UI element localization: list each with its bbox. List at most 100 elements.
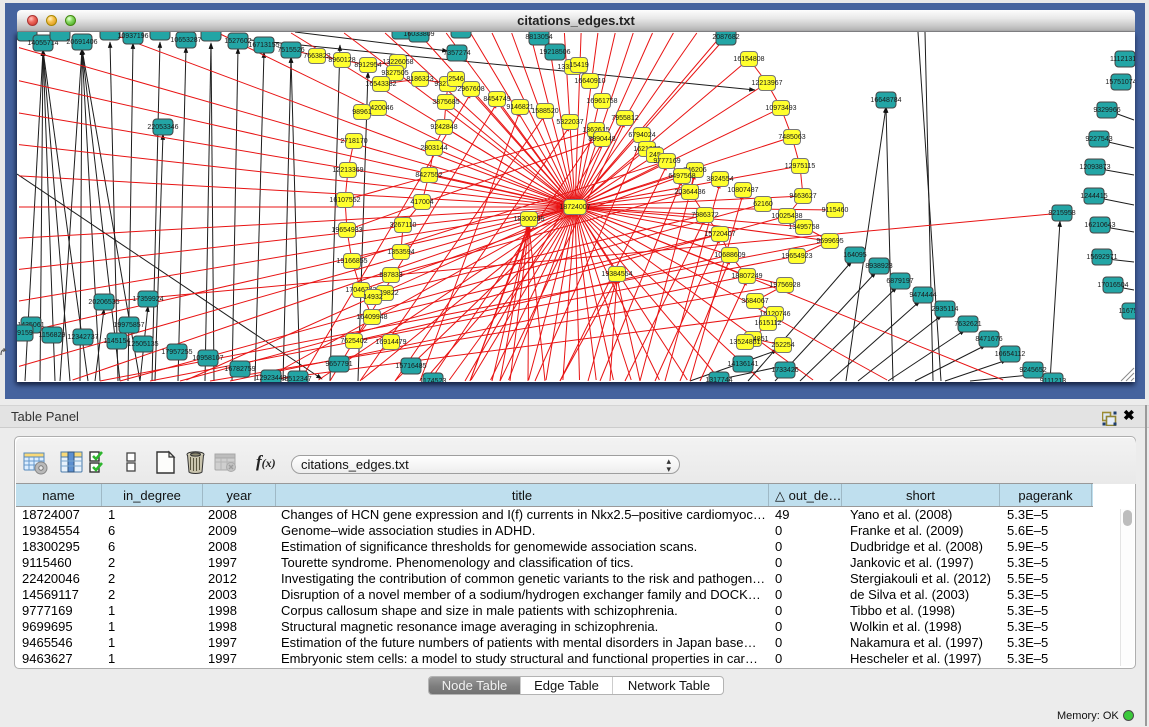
svg-text:17957255: 17957255 [161,349,192,356]
svg-text:98961: 98961 [352,109,372,116]
svg-text:8960128: 8960128 [328,57,355,64]
svg-text:17016504: 17016504 [1097,282,1128,289]
svg-text:10653287: 10653287 [170,37,201,44]
svg-text:19654923: 19654923 [781,253,812,260]
svg-text:17359924: 17359924 [132,296,163,303]
svg-text:3267110: 3267110 [390,222,417,229]
svg-text:16713155: 16713155 [248,42,279,49]
svg-text:10937196: 10937196 [117,33,148,40]
svg-text:2087682: 2087682 [712,34,739,41]
svg-text:10654112: 10654112 [995,351,1026,358]
svg-text:15692971: 15692971 [1086,254,1117,261]
svg-text:15716485: 15716485 [395,363,426,370]
svg-text:16961758: 16961758 [586,98,617,105]
svg-text:8813054: 8813054 [525,34,552,41]
svg-text:15720407: 15720407 [704,231,735,238]
svg-text:3875685: 3875685 [432,99,459,106]
svg-text:19384554: 19384554 [601,271,632,278]
svg-text:9115460: 9115460 [822,207,849,214]
svg-text:22053346: 22053346 [147,124,178,131]
svg-text:9463627: 9463627 [789,193,816,200]
svg-text:20691406: 20691406 [66,39,97,46]
svg-text:6794024: 6794024 [628,132,655,139]
svg-text:9657791: 9657791 [325,361,352,368]
svg-text:39159: 39159 [17,330,33,337]
svg-text:14932: 14932 [363,294,383,301]
svg-text:18300295: 18300295 [513,216,544,223]
svg-text:417004: 417004 [410,199,433,206]
svg-text:19654933: 19654933 [331,227,362,234]
svg-text:9699695: 9699695 [816,238,843,245]
svg-text:16033809: 16033809 [403,32,434,38]
svg-text:62160: 62160 [753,201,773,208]
svg-text:8471676: 8471676 [975,336,1002,343]
svg-text:7955812: 7955812 [611,115,638,122]
svg-text:9474444: 9474444 [909,292,936,299]
svg-text:11121314: 11121314 [1110,56,1135,63]
svg-text:6879197: 6879197 [886,278,913,285]
svg-text:9329966: 9329966 [1093,107,1120,114]
svg-text:252254: 252254 [771,342,794,349]
svg-text:20206535: 20206535 [88,299,119,306]
svg-text:8215958: 8215958 [1048,210,1075,217]
svg-text:16409948: 16409948 [356,314,387,321]
svg-text:12342737: 12342737 [67,334,98,341]
svg-text:9146821: 9146821 [506,104,533,111]
svg-text:7632621: 7632621 [954,321,981,328]
svg-text:7663822: 7663822 [303,53,330,60]
svg-text:8938923: 8938923 [865,263,892,270]
svg-text:16543382: 16543382 [365,81,396,88]
svg-text:10973493: 10973493 [765,105,796,112]
svg-text:9111213: 9111213 [1040,378,1066,382]
svg-text:10807487: 10807487 [727,187,758,194]
svg-text:19218506: 19218506 [539,49,570,56]
svg-text:15419: 15419 [569,62,589,69]
svg-text:15751074: 15751074 [1105,79,1135,86]
svg-text:16914479: 16914479 [375,339,406,346]
svg-text:13495758: 13495758 [788,224,819,231]
svg-text:16210643: 16210643 [1084,222,1115,229]
svg-text:164095: 164095 [843,252,866,259]
svg-text:12213369: 12213369 [332,167,363,174]
svg-text:2718170: 2718170 [340,138,367,145]
svg-text:7485063: 7485063 [778,134,805,141]
svg-text:12213967: 12213967 [751,80,782,87]
svg-text:9327505: 9327505 [381,70,408,77]
svg-text:2935114: 2935114 [932,306,959,313]
svg-text:13226058: 13226058 [382,59,413,66]
svg-text:3824554: 3824554 [706,176,733,183]
svg-text:1733426: 1733426 [771,367,798,374]
svg-text:16154808: 16154808 [733,56,764,63]
svg-text:16782759: 16782759 [224,366,255,373]
svg-text:18724007: 18724007 [559,204,590,211]
svg-text:10958107: 10958107 [192,355,223,362]
svg-text:10688609: 10688609 [714,252,745,259]
svg-text:8186323: 8186323 [406,76,433,83]
svg-text:16640910: 16640910 [574,78,605,85]
svg-text:16107552: 16107552 [329,197,360,204]
svg-text:16648784: 16648784 [870,97,901,104]
svg-text:7986372: 7986372 [691,212,718,219]
svg-text:887833: 887833 [379,272,402,279]
svg-text:19166855: 19166855 [336,258,367,265]
svg-text:8512347: 8512347 [284,376,311,382]
svg-text:12975115: 12975115 [785,163,816,170]
svg-text:7357274: 7357274 [443,50,470,57]
svg-text:12505135: 12505135 [127,341,158,348]
svg-text:1244415: 1244415 [1080,193,1107,200]
svg-text:13524851: 13524851 [729,339,760,346]
svg-text:8990448: 8990448 [588,136,615,143]
svg-text:8427552: 8427552 [415,172,442,179]
svg-text:1615112: 1615112 [755,320,782,327]
svg-text:12093873: 12093873 [1079,164,1110,171]
svg-text:12923448: 12923448 [255,375,286,382]
svg-text:1353594: 1353594 [387,249,414,256]
svg-text:9242848: 9242848 [430,124,457,131]
svg-text:9245652: 9245652 [1019,367,1046,374]
svg-text:7625402: 7625402 [340,338,367,345]
svg-text:3684067: 3684067 [741,298,768,305]
svg-text:1156829: 1156829 [39,332,66,339]
svg-text:18807249: 18807249 [731,273,762,280]
svg-text:1588520: 1588520 [531,108,558,115]
svg-text:2803144: 2803144 [420,145,447,152]
